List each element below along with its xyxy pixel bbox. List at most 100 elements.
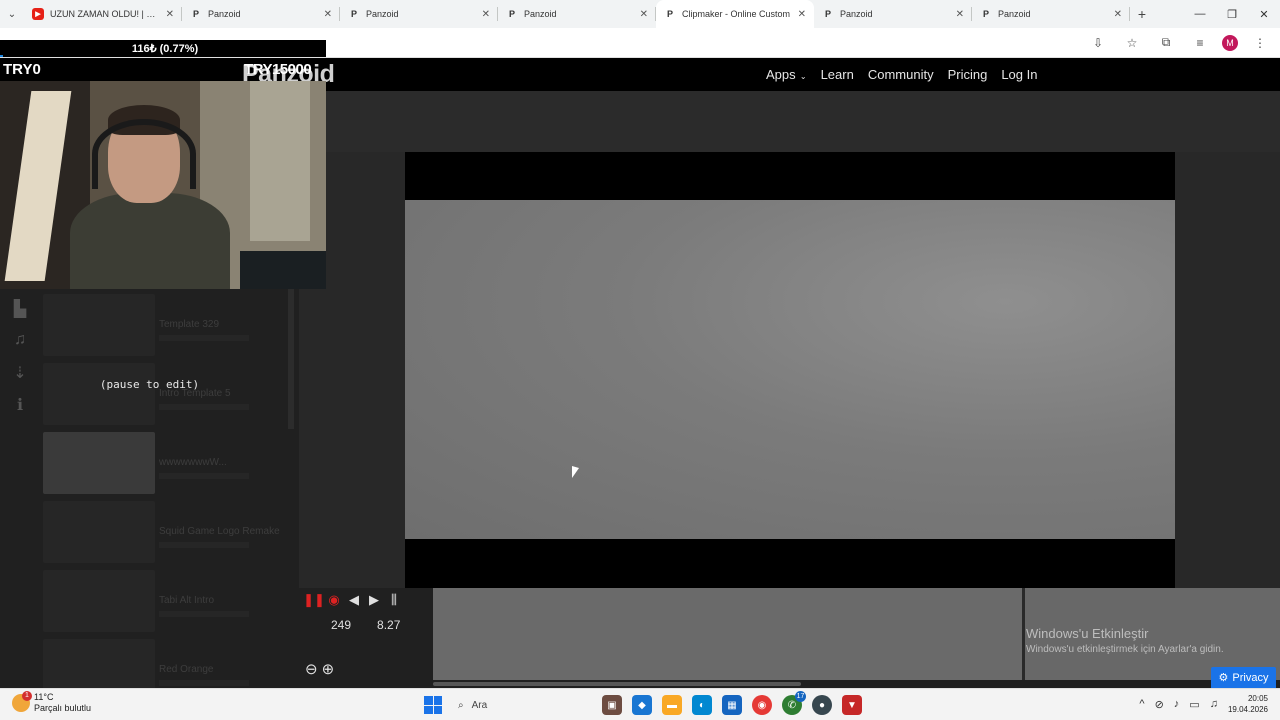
- audio-waveform-icon[interactable]: ⫼: [387, 592, 401, 608]
- browser-menu-icon[interactable]: ⋮: [1248, 36, 1272, 50]
- display-icon[interactable]: ▭: [1189, 698, 1199, 711]
- template-name: Tabi Alt Intro: [159, 595, 215, 606]
- chrome-browser-icon[interactable]: ◉: [752, 695, 772, 715]
- browser-tab-bar: ⌄ ▶UZUN ZAMAN OLDU! | GTA 5 R✕PPanzoid✕P…: [0, 0, 1280, 28]
- goal-target-label: TRY15000: [244, 61, 312, 78]
- privacy-button[interactable]: ⚙ Privacy: [1211, 667, 1276, 688]
- weather-temp: 11°C: [34, 692, 54, 702]
- nav-community[interactable]: Community: [868, 67, 934, 82]
- browser-tab[interactable]: P Panzoid ✕: [814, 0, 972, 28]
- info-icon[interactable]: ℹ: [8, 395, 32, 427]
- zoom-in-icon[interactable]: ⊕: [322, 660, 335, 678]
- template-thumbnail: [43, 363, 155, 425]
- windows-taskbar: 1 11°C Parçalı bulutlu ⌕ Ara ▣ ◆ ▬ ◐ ▦ ◉…: [0, 688, 1280, 720]
- tab-title: Panzoid: [524, 9, 557, 19]
- template-thumbnail: [43, 432, 155, 494]
- step-back-button[interactable]: ◀: [347, 592, 361, 608]
- microsoft-store-icon[interactable]: ▦: [722, 695, 742, 715]
- file-explorer-icon[interactable]: ▬: [662, 695, 682, 715]
- browser-tab[interactable]: P Panzoid ✕: [340, 0, 498, 28]
- minimize-button[interactable]: —: [1184, 8, 1216, 21]
- bookmark-star-icon[interactable]: ☆: [1120, 36, 1144, 50]
- taskbar-search[interactable]: ⌕ Ara: [452, 694, 592, 716]
- timeline-track[interactable]: [433, 588, 1022, 680]
- close-tab-icon[interactable]: ✕: [640, 9, 648, 20]
- nav-login[interactable]: Log In: [1001, 67, 1037, 82]
- template-meta: [159, 611, 249, 617]
- template-list-item[interactable]: wwwwwwwW...: [43, 427, 293, 496]
- nav-apps[interactable]: Apps ⌄: [766, 67, 807, 82]
- close-window-button[interactable]: ✕: [1248, 8, 1280, 21]
- close-tab-icon[interactable]: ✕: [956, 9, 964, 20]
- preview-canvas[interactable]: [405, 200, 1175, 539]
- webcam-feed: [0, 81, 326, 289]
- weather-widget[interactable]: 1 11°C Parçalı bulutlu: [12, 691, 91, 714]
- playback-controls: ❚❚ ◉ ◀ ▶ ⫼ 249 8.27 ⊖ ⊕: [299, 588, 433, 688]
- extensions-icon[interactable]: ⧉: [1154, 35, 1178, 50]
- tab-title: UZUN ZAMAN OLDU! | GTA 5 R: [50, 9, 162, 19]
- whatsapp-icon[interactable]: ✆ 17: [782, 691, 806, 715]
- browser-tab[interactable]: P Clipmaker - Online Custom ✕: [656, 0, 814, 28]
- profile-avatar[interactable]: M: [1222, 34, 1238, 51]
- restore-button[interactable]: ❐: [1216, 8, 1248, 21]
- nav-pricing[interactable]: Pricing: [948, 67, 988, 82]
- task-view-icon[interactable]: ▣: [602, 695, 622, 715]
- microphone-icon[interactable]: ♪: [1174, 698, 1180, 710]
- sidebar-scrollbar[interactable]: [288, 289, 294, 429]
- pause-button[interactable]: ❚❚: [303, 592, 325, 608]
- donation-goal-bar: 116₺ (0.77%): [0, 40, 326, 57]
- network-off-icon[interactable]: ⊘: [1155, 698, 1164, 711]
- start-button[interactable]: [424, 696, 442, 714]
- template-name: wwwwwwwW...: [159, 457, 227, 468]
- template-name: Template 329: [159, 319, 220, 330]
- browser-tab[interactable]: P Panzoid ✕: [498, 0, 656, 28]
- music-icon[interactable]: ♫: [8, 331, 32, 363]
- timeline-scrollbar[interactable]: [433, 680, 1280, 688]
- template-list-item[interactable]: Intro Template 5: [43, 358, 293, 427]
- tab-title: Clipmaker - Online Custom: [682, 9, 791, 19]
- template-list-item[interactable]: Tabi Alt Intro: [43, 565, 293, 634]
- browser-tab[interactable]: ▶ UZUN ZAMAN OLDU! | GTA 5 R ✕: [24, 0, 182, 28]
- whatsapp-badge: 17: [795, 691, 806, 702]
- loop-icon[interactable]: ◉: [327, 592, 341, 608]
- zoom-out-icon[interactable]: ⊖: [305, 660, 318, 678]
- media-control-icon[interactable]: ≡: [1188, 36, 1212, 50]
- tab-strip: ▶ UZUN ZAMAN OLDU! | GTA 5 R ✕ P Panzoid ✕ P Pa…: [24, 0, 1130, 28]
- template-thumbnail: [43, 570, 155, 632]
- browser-tab[interactable]: P Panzoid ✕: [182, 0, 340, 28]
- red-app-icon[interactable]: ▼: [842, 695, 862, 715]
- donation-progress-fill: [0, 55, 3, 57]
- chevron-up-icon[interactable]: ^: [1139, 698, 1144, 710]
- preview-stage[interactable]: [405, 152, 1175, 588]
- clock-time: 20:05: [1247, 694, 1268, 703]
- template-meta: [159, 473, 249, 479]
- template-list-item[interactable]: Squid Game Logo Remake: [43, 496, 293, 565]
- close-tab-icon[interactable]: ✕: [1114, 9, 1122, 20]
- tab-title: Panzoid: [366, 9, 399, 19]
- close-tab-icon[interactable]: ✕: [482, 9, 490, 20]
- youtube-icon: ▶: [32, 8, 44, 20]
- tab-title: Panzoid: [208, 9, 241, 19]
- taskbar-apps: ⌕ Ara ▣ ◆ ▬ ◐ ▦ ◉ ✆ 17 ● ▼: [424, 691, 862, 716]
- tab-search-button[interactable]: ⌄: [0, 0, 24, 28]
- close-tab-icon[interactable]: ✕: [324, 9, 332, 20]
- step-forward-button[interactable]: ▶: [367, 592, 381, 608]
- close-tab-icon[interactable]: ✕: [166, 9, 174, 20]
- obs-studio-icon[interactable]: ●: [812, 695, 832, 715]
- library-icon[interactable]: ▙: [8, 299, 32, 331]
- install-app-icon[interactable]: ⇩: [1086, 36, 1110, 50]
- copilot-icon[interactable]: ◆: [632, 695, 652, 715]
- edge-browser-icon[interactable]: ◐: [692, 695, 712, 715]
- new-tab-button[interactable]: +: [1130, 6, 1154, 22]
- panzoid-icon: P: [982, 9, 989, 19]
- nav-learn[interactable]: Learn: [821, 67, 854, 82]
- close-tab-icon[interactable]: ✕: [798, 9, 806, 20]
- template-list-item[interactable]: Template 329: [43, 289, 293, 358]
- screen: ⌄ ▶UZUN ZAMAN OLDU! | GTA 5 R✕PPanzoid✕P…: [0, 0, 1280, 720]
- clock-date: 19.04.2026: [1227, 705, 1268, 714]
- timeline-scroll-thumb[interactable]: [433, 682, 801, 686]
- system-clock[interactable]: 20:05 19.04.2026: [1228, 693, 1268, 715]
- volume-icon[interactable]: ♫: [1210, 698, 1218, 710]
- panzoid-icon: P: [824, 9, 831, 19]
- browser-tab[interactable]: P Panzoid ✕: [972, 0, 1130, 28]
